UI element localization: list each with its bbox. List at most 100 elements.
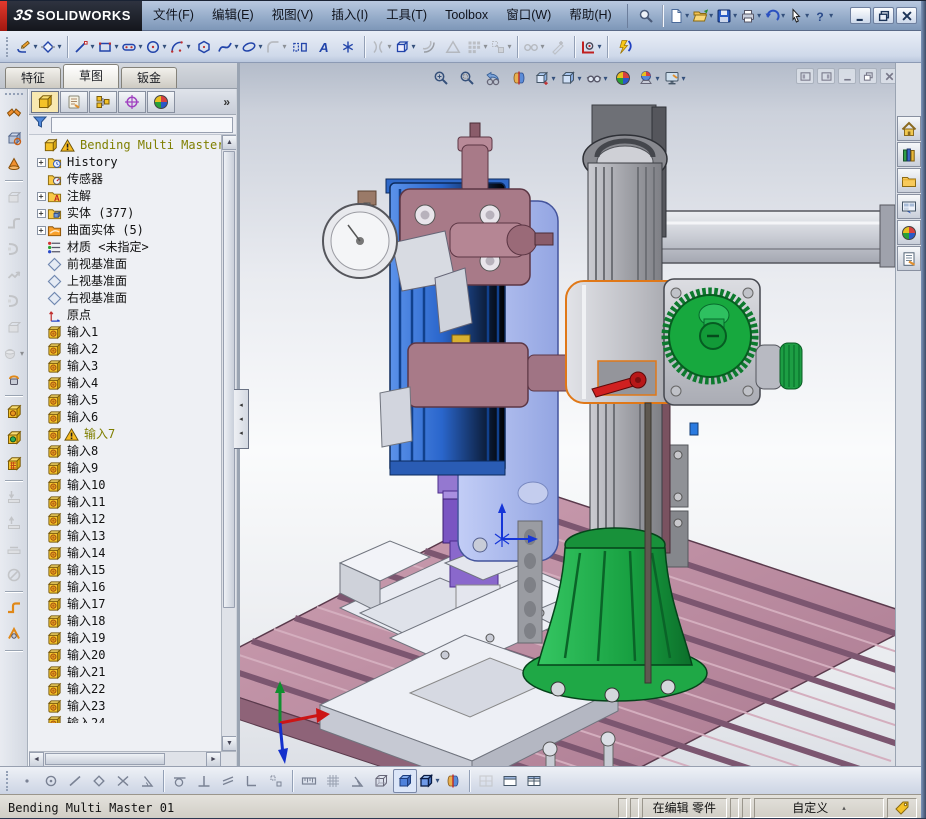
search-icon[interactable] [634, 4, 658, 28]
dropdown-arrow[interactable]: ▾ [114, 42, 118, 51]
flatten-icon[interactable] [2, 537, 26, 561]
shaded-with-edges-display-icon[interactable]: ▾ [417, 769, 441, 793]
scrollbar-thumb[interactable] [45, 753, 166, 765]
tree-item-imported-3[interactable]: 输入3 [29, 358, 221, 375]
solidworks-resources-button[interactable] [897, 116, 921, 141]
tree-item-imported-4[interactable]: 输入4 [29, 375, 221, 392]
tree-item-imported-5[interactable]: 输入5 [29, 392, 221, 409]
dropdown-arrow[interactable]: ▾ [186, 42, 190, 51]
single-view-icon[interactable] [498, 769, 522, 793]
tree-root-item[interactable]: Bending Multi Master 01 [29, 137, 221, 154]
tree-item-imported-11[interactable]: 输入11 [29, 494, 221, 511]
dropdown-arrow[interactable]: ▾ [733, 11, 737, 20]
panel-collapse-handle[interactable]: ◂ ◂ ◂ [234, 389, 249, 449]
fully-define-sketch-icon[interactable]: ▾ [579, 35, 603, 59]
tree-item-imported-24[interactable]: 输入24 [29, 715, 221, 723]
no-bends-icon[interactable] [2, 563, 26, 587]
dropdown-arrow[interactable]: ▾ [507, 42, 511, 51]
draft-analysis-icon[interactable] [2, 126, 26, 150]
center-snap-icon[interactable] [39, 769, 63, 793]
wireframe-display-icon[interactable] [369, 769, 393, 793]
tree-item-imported-14[interactable]: 输入14 [29, 545, 221, 562]
dropdown-arrow[interactable]: ▾ [603, 74, 607, 83]
design-library-button[interactable] [897, 142, 921, 167]
radiate-surface-icon[interactable] [2, 289, 26, 313]
extruded-boss-icon[interactable] [2, 400, 26, 424]
tree-item-front-plane[interactable]: 前视基准面 [29, 256, 221, 273]
tree-item-solid-bodies[interactable]: + 实体 (377) [29, 205, 221, 222]
revolved-boss-icon[interactable] [2, 426, 26, 450]
appearances-scenes-button[interactable] [897, 220, 921, 245]
tooling-split-icon[interactable] [2, 315, 26, 339]
toolbar-drag-handle[interactable] [6, 36, 10, 57]
core-icon[interactable]: ▾ [2, 341, 26, 365]
straight-slot-icon[interactable]: ▾ [120, 35, 144, 59]
insert-mold-folders-icon[interactable] [2, 185, 26, 209]
dropdown-arrow[interactable]: ▾ [655, 74, 659, 83]
edit-appearance-icon[interactable] [610, 65, 636, 91]
collapse-task-pane-button[interactable] [817, 68, 835, 84]
centerpoint-arc-icon[interactable]: ▾ [168, 35, 192, 59]
circle-icon[interactable]: ▾ [144, 35, 168, 59]
ruled-surface-icon[interactable] [2, 263, 26, 287]
dropdown-arrow[interactable]: ▾ [57, 42, 61, 51]
trim-entities-icon[interactable]: ▾ [369, 35, 393, 59]
sketch-text-icon[interactable]: A [312, 35, 336, 59]
tree-item-sensors[interactable]: 传感器 [29, 171, 221, 188]
draft-icon[interactable] [2, 152, 26, 176]
menu-toolbox[interactable]: Toolbox [436, 1, 497, 30]
tab-sheet-metal[interactable]: 钣金 [121, 67, 178, 88]
polygon-icon[interactable] [192, 35, 216, 59]
tree-item-imported-12[interactable]: 输入12 [29, 511, 221, 528]
model-3d-view[interactable] [240, 93, 895, 766]
toolbar-drag-handle[interactable] [6, 770, 10, 791]
quick-snaps-icon[interactable] [612, 35, 636, 59]
tab-features[interactable]: 特征 [5, 67, 62, 88]
dropdown-arrow[interactable]: ▾ [551, 74, 555, 83]
tree-item-material[interactable]: 材质 <未指定> [29, 239, 221, 256]
tag-icon[interactable] [887, 797, 917, 818]
help-icon[interactable]: ? ▾ [811, 4, 835, 28]
restore-document-button[interactable] [859, 68, 877, 84]
dropdown-arrow[interactable]: ▾ [138, 42, 142, 51]
status-custom-dropdown[interactable]: 自定义 ▴ [754, 797, 884, 818]
menu-tools[interactable]: 工具(T) [377, 1, 436, 30]
sketch-icon[interactable]: ▾ [15, 35, 39, 59]
select-icon[interactable]: ▾ [787, 4, 811, 28]
dropdown-arrow[interactable]: ▾ [805, 11, 809, 20]
dropdown-arrow[interactable]: ▾ [757, 11, 761, 20]
length-snap-icon[interactable] [297, 769, 321, 793]
expand-icon[interactable]: + [36, 209, 46, 218]
dropdown-arrow[interactable]: ▾ [258, 42, 262, 51]
new-document-icon[interactable]: ▾ [667, 4, 691, 28]
grid-display-icon[interactable] [321, 769, 345, 793]
unfold-icon[interactable] [2, 485, 26, 509]
dropdown-arrow[interactable]: ▾ [33, 42, 37, 51]
tab-sketch[interactable]: 草图 [63, 64, 120, 88]
tree-item-surface-bodies[interactable]: + 曲面实体 (5) [29, 222, 221, 239]
grid-snap-icon[interactable] [264, 769, 288, 793]
parting-line-icon[interactable] [2, 100, 26, 124]
window-minimize-button[interactable] [850, 7, 871, 24]
menu-window[interactable]: 窗口(W) [497, 1, 560, 30]
perpendicular-snap-icon[interactable] [192, 769, 216, 793]
tree-item-imported-6[interactable]: 输入6 [29, 409, 221, 426]
section-view-icon[interactable] [506, 65, 532, 91]
propertymanager-tab[interactable] [60, 90, 88, 113]
tree-item-imported-10[interactable]: 输入10 [29, 477, 221, 494]
tree-item-imported-15[interactable]: 输入15 [29, 562, 221, 579]
scroll-left-button[interactable]: ◄ [29, 752, 44, 767]
tree-item-imported-16[interactable]: 输入16 [29, 579, 221, 596]
tree-item-imported-23[interactable]: 输入23 [29, 698, 221, 715]
linear-pattern-icon[interactable] [2, 452, 26, 476]
scroll-up-button[interactable]: ▲ [222, 135, 236, 150]
view-palette-button[interactable] [897, 194, 921, 219]
shaded-display-icon[interactable] [393, 768, 417, 793]
display-relations-icon[interactable]: ▾ [522, 35, 546, 59]
scale-icon[interactable] [2, 367, 26, 391]
dropdown-arrow[interactable]: ▾ [435, 776, 439, 785]
menu-edit[interactable]: 编辑(E) [203, 1, 263, 30]
previous-view-icon[interactable] [480, 65, 506, 91]
model-gearbox[interactable] [661, 278, 803, 436]
insert-bends-icon[interactable] [2, 596, 26, 620]
